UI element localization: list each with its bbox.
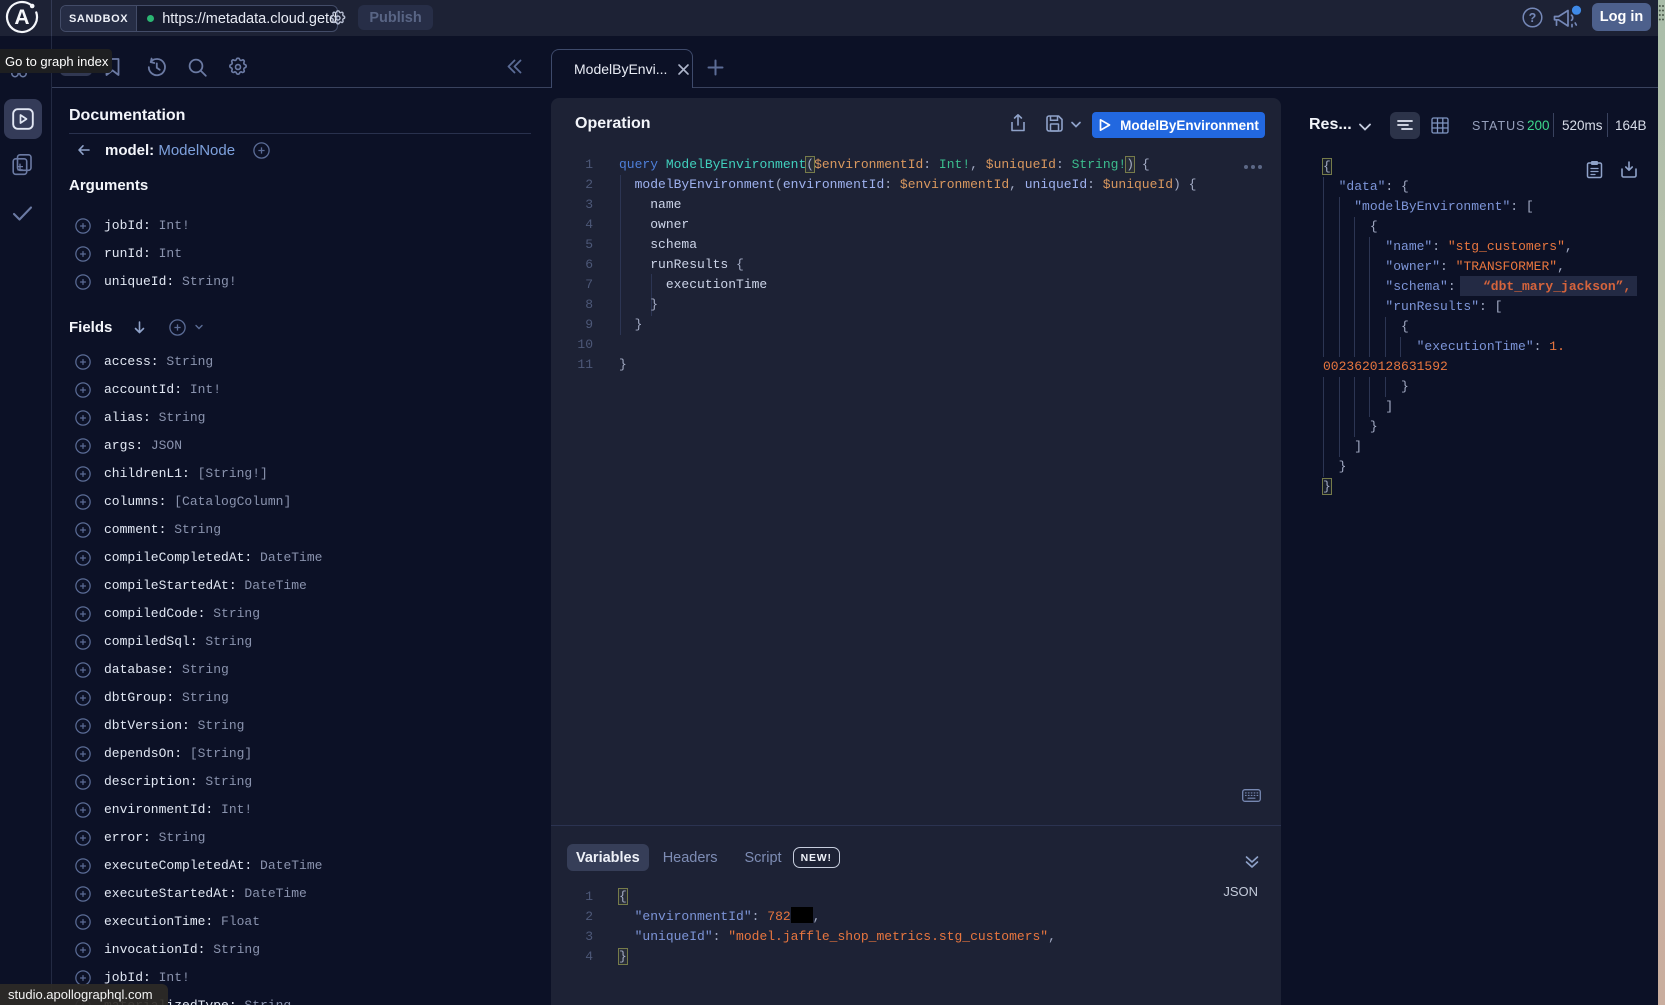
svg-text:A: A xyxy=(14,6,29,29)
svg-text:?: ? xyxy=(1529,11,1537,25)
